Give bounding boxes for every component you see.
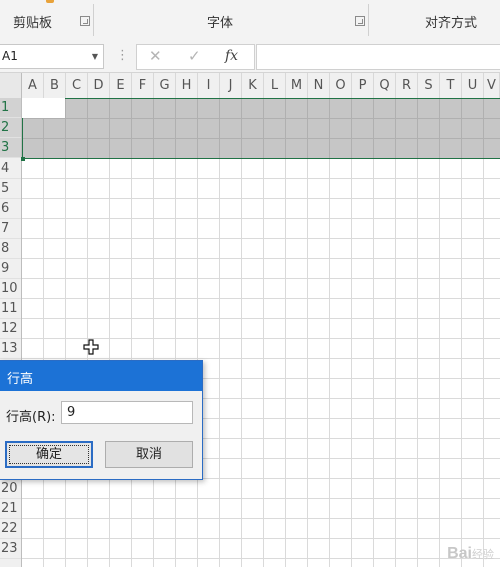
- spreadsheet-grid: A B C D E F G H I J K L M N O P Q R S T …: [0, 73, 500, 567]
- row-header[interactable]: 7: [0, 219, 21, 239]
- column-header[interactable]: R: [396, 73, 418, 98]
- column-header[interactable]: K: [242, 73, 264, 98]
- row-header[interactable]: 22: [0, 519, 21, 539]
- row-header[interactable]: 23: [0, 539, 21, 559]
- select-all-corner[interactable]: [0, 73, 22, 98]
- cancel-icon[interactable]: ✕: [149, 47, 162, 65]
- cancel-button[interactable]: 取消: [105, 441, 193, 468]
- column-header[interactable]: O: [330, 73, 352, 98]
- ribbon-group-label: 对齐方式: [425, 16, 478, 31]
- formula-bar: A1 ▼ ⋮ ✕ ✓ fx: [0, 40, 500, 73]
- ribbon-group-clipboard: 剪贴板: [0, 0, 93, 40]
- move-cursor-icon: [83, 339, 99, 355]
- row-header[interactable]: 1: [0, 98, 21, 118]
- row-header[interactable]: 6: [0, 199, 21, 219]
- column-header[interactable]: H: [176, 73, 198, 98]
- row-headers: 1 2 3 4 5 6 7 8 9 10 11 12 13 14 15 16 1…: [0, 98, 22, 567]
- column-header[interactable]: A: [22, 73, 44, 98]
- row-header[interactable]: 5: [0, 179, 21, 199]
- insert-function-button[interactable]: fx: [225, 48, 238, 64]
- column-header[interactable]: E: [110, 73, 132, 98]
- cell-area[interactable]: [22, 99, 500, 567]
- column-header[interactable]: T: [440, 73, 462, 98]
- column-header[interactable]: S: [418, 73, 440, 98]
- row-header[interactable]: 12: [0, 319, 21, 339]
- column-header[interactable]: V: [484, 73, 500, 98]
- row-height-dialog: 行高 行高(R): 确定 取消: [0, 360, 203, 480]
- watermark: Bai经验: [447, 545, 494, 563]
- column-header[interactable]: J: [220, 73, 242, 98]
- column-header[interactable]: D: [88, 73, 110, 98]
- row-header[interactable]: 4: [0, 159, 21, 179]
- row-header[interactable]: 13: [0, 339, 21, 359]
- row-header[interactable]: 20: [0, 479, 21, 499]
- ribbon: 剪贴板 字体 对齐方式: [0, 0, 500, 41]
- drag-handle-icon[interactable]: ⋮: [116, 48, 129, 63]
- row-selection-highlight[interactable]: [22, 98, 500, 159]
- ribbon-group-label: 剪贴板: [13, 16, 53, 31]
- active-cell[interactable]: [22, 98, 65, 118]
- row-header[interactable]: 21: [0, 499, 21, 519]
- chevron-down-icon[interactable]: ▼: [92, 52, 98, 61]
- row-header[interactable]: 10: [0, 279, 21, 299]
- watermark-suffix: 经验: [472, 549, 494, 561]
- column-header[interactable]: C: [66, 73, 88, 98]
- dialog-title: 行高: [7, 372, 34, 387]
- row-header[interactable]: 8: [0, 239, 21, 259]
- dialog-launcher-icon[interactable]: [355, 16, 365, 26]
- ribbon-group-label: 字体: [207, 16, 234, 31]
- row-header[interactable]: 3: [0, 138, 21, 158]
- column-header[interactable]: B: [44, 73, 66, 98]
- column-header[interactable]: F: [132, 73, 154, 98]
- column-header[interactable]: G: [154, 73, 176, 98]
- column-header[interactable]: N: [308, 73, 330, 98]
- column-header[interactable]: M: [286, 73, 308, 98]
- watermark-text: Bai: [447, 545, 472, 562]
- column-header[interactable]: I: [198, 73, 220, 98]
- row-height-input[interactable]: [61, 401, 193, 424]
- column-header[interactable]: L: [264, 73, 286, 98]
- column-header[interactable]: P: [352, 73, 374, 98]
- row-header[interactable]: 2: [0, 118, 21, 138]
- column-header[interactable]: U: [462, 73, 484, 98]
- row-header[interactable]: 9: [0, 259, 21, 279]
- ribbon-group-alignment: 对齐方式: [369, 0, 500, 40]
- column-headers: A B C D E F G H I J K L M N O P Q R S T …: [0, 73, 500, 99]
- ok-button[interactable]: 确定: [5, 441, 93, 468]
- row-header[interactable]: 11: [0, 299, 21, 319]
- ribbon-group-font: 字体: [94, 0, 368, 40]
- formula-buttons: ✕ ✓ fx: [136, 44, 255, 70]
- dialog-launcher-icon[interactable]: [80, 16, 90, 26]
- fill-handle[interactable]: [21, 157, 25, 161]
- enter-icon[interactable]: ✓: [188, 47, 201, 65]
- name-box-value: A1: [2, 49, 18, 63]
- formula-input[interactable]: [256, 44, 500, 70]
- name-box[interactable]: A1 ▼: [0, 44, 104, 69]
- column-header[interactable]: Q: [374, 73, 396, 98]
- dialog-title-bar[interactable]: 行高: [0, 361, 202, 391]
- row-height-label: 行高(R):: [6, 410, 56, 425]
